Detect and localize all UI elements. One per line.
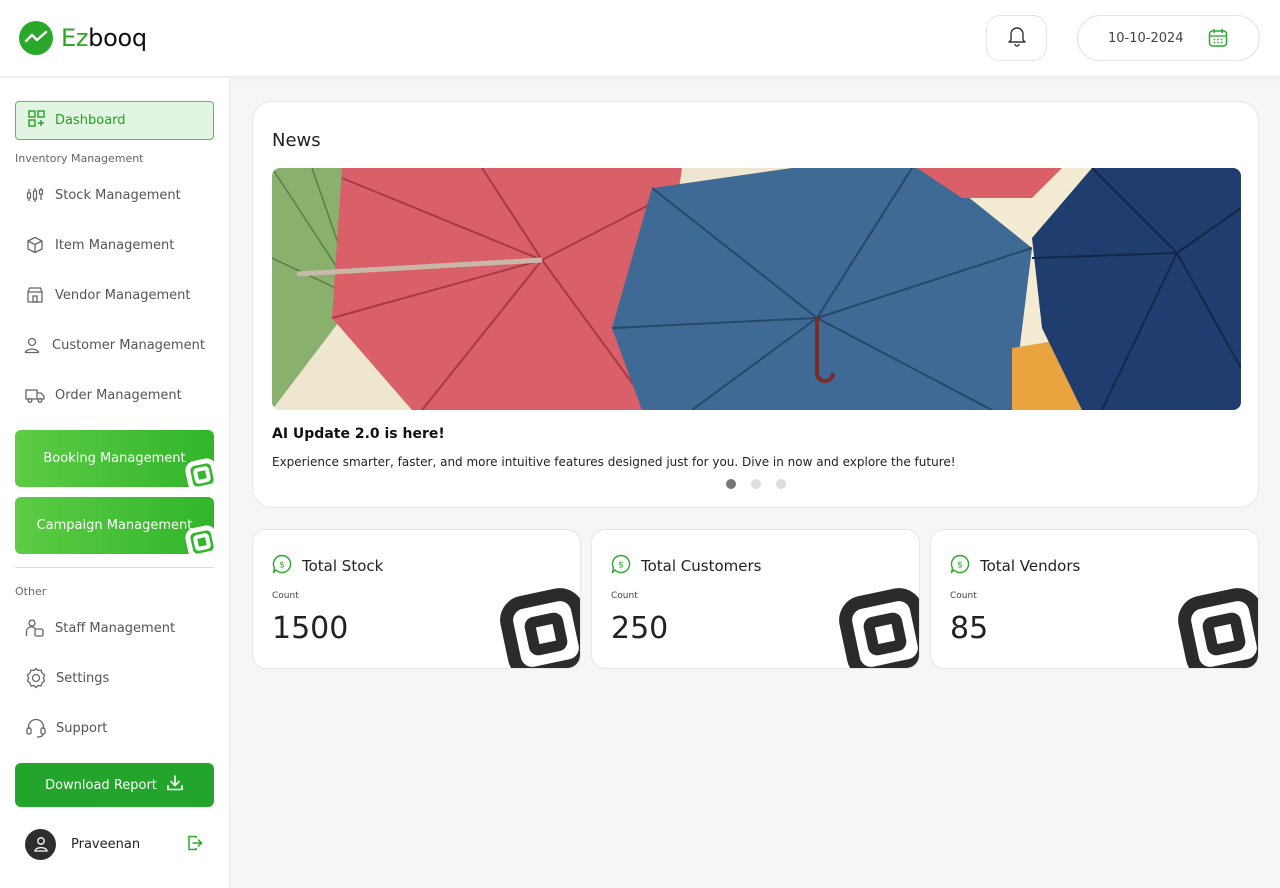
- carousel-dot-3[interactable]: [776, 479, 786, 489]
- brand-mark-icon: [835, 584, 919, 668]
- user-profile[interactable]: Praveenan: [25, 828, 205, 860]
- svg-text:$: $: [618, 561, 624, 571]
- section-label-inventory: Inventory Management: [15, 152, 144, 165]
- sidebar-item-orders[interactable]: Order Management: [24, 385, 182, 405]
- sidebar-item-label: Settings: [56, 670, 110, 686]
- carousel-dot-2[interactable]: [751, 479, 761, 489]
- calendar-icon[interactable]: [1207, 27, 1229, 53]
- sidebar-item-vendors[interactable]: Vendor Management: [24, 285, 190, 305]
- top-header: Ezbooq 10-10-2024: [0, 0, 1280, 77]
- sidebar-item-support[interactable]: Support: [25, 718, 107, 738]
- stat-header: $ Total Stock: [272, 554, 383, 578]
- date-value: 10-10-2024: [1108, 30, 1184, 46]
- gear-icon: [25, 667, 47, 689]
- sidebar-item-label: Support: [56, 720, 108, 736]
- news-body: Experience smarter, faster, and more int…: [272, 455, 956, 469]
- sidebar-item-label: Dashboard: [55, 113, 126, 128]
- sidebar-item-label: Item Management: [55, 237, 175, 253]
- sidebar-item-label: Customer Management: [52, 337, 205, 353]
- brand-mark-icon: [496, 584, 580, 668]
- svg-text:$: $: [279, 561, 285, 571]
- stat-subtitle: Count: [611, 591, 638, 601]
- sidebar-item-label: Campaign Management: [36, 518, 193, 533]
- sidebar-item-staff[interactable]: Staff Management: [24, 618, 175, 638]
- logo-mark-icon: [19, 21, 53, 55]
- sidebar-item-booking[interactable]: Booking Management: [15, 430, 214, 487]
- user-name: Praveenan: [71, 836, 141, 852]
- stat-title: Total Stock: [302, 557, 384, 575]
- box-icon: [24, 235, 46, 255]
- sidebar-item-label: Staff Management: [55, 620, 176, 636]
- bell-icon: [1007, 25, 1027, 51]
- logout-icon[interactable]: [187, 835, 203, 855]
- news-banner-image[interactable]: [272, 168, 1241, 410]
- sidebar: Dashboard Inventory Management Stock Man…: [0, 78, 230, 888]
- news-headline: AI Update 2.0 is here!: [272, 426, 445, 442]
- dashboard-icon: [28, 110, 45, 131]
- sidebar-item-settings[interactable]: Settings: [25, 667, 110, 689]
- stat-card-total-customers: $ Total Customers Count 250: [591, 529, 920, 669]
- truck-icon: [24, 385, 46, 405]
- download-icon: [166, 774, 184, 796]
- app-name: Ezbooq: [61, 24, 147, 52]
- sidebar-item-label: Order Management: [55, 387, 182, 403]
- notifications-button[interactable]: [986, 15, 1047, 61]
- app-logo[interactable]: Ezbooq: [19, 21, 147, 55]
- sidebar-item-label: Vendor Management: [55, 287, 191, 303]
- brand-mark-icon: [1174, 584, 1258, 668]
- news-title: News: [272, 130, 321, 151]
- sidebar-item-label: Stock Management: [55, 187, 181, 203]
- stat-title: Total Vendors: [980, 557, 1081, 575]
- stat-subtitle: Count: [272, 591, 299, 601]
- brand-mark-icon: [184, 524, 214, 554]
- stat-header: $ Total Customers: [611, 554, 761, 578]
- stat-card-total-vendors: $ Total Vendors Count 85: [930, 529, 1259, 669]
- sidebar-divider: [15, 567, 214, 568]
- stat-value: 250: [611, 611, 669, 646]
- dollar-chat-icon: $: [272, 554, 292, 578]
- sidebar-item-stock[interactable]: Stock Management: [24, 185, 181, 205]
- staff-icon: [24, 618, 46, 638]
- carousel-dots: [726, 479, 801, 489]
- section-label-other: Other: [15, 585, 47, 598]
- brand-mark-icon: [184, 457, 214, 487]
- svg-text:$: $: [957, 561, 963, 571]
- dollar-chat-icon: $: [950, 554, 970, 578]
- dollar-chat-icon: $: [611, 554, 631, 578]
- sidebar-item-customers[interactable]: Customer Management: [21, 335, 205, 355]
- sidebar-item-label: Booking Management: [43, 451, 186, 466]
- headset-icon: [25, 718, 47, 738]
- sidebar-item-items[interactable]: Item Management: [24, 235, 174, 255]
- carousel-dot-1[interactable]: [726, 479, 736, 489]
- stat-title: Total Customers: [641, 557, 762, 575]
- stat-subtitle: Count: [950, 591, 977, 601]
- stat-value: 85: [950, 611, 989, 646]
- sidebar-item-dashboard[interactable]: Dashboard: [15, 101, 214, 140]
- avatar[interactable]: [25, 828, 56, 860]
- store-icon: [24, 285, 46, 305]
- date-picker[interactable]: 10-10-2024: [1077, 15, 1260, 61]
- stat-card-total-stock: $ Total Stock Count 1500: [252, 529, 581, 669]
- download-report-label: Download Report: [45, 777, 157, 793]
- user-icon: [21, 335, 43, 355]
- news-card: News AI Update 2.0 is here! Experience s: [252, 101, 1259, 508]
- stock-icon: [24, 185, 46, 205]
- download-report-button[interactable]: Download Report: [15, 763, 214, 807]
- stat-header: $ Total Vendors: [950, 554, 1080, 578]
- sidebar-item-campaign[interactable]: Campaign Management: [15, 497, 214, 554]
- stat-value: 1500: [272, 611, 349, 646]
